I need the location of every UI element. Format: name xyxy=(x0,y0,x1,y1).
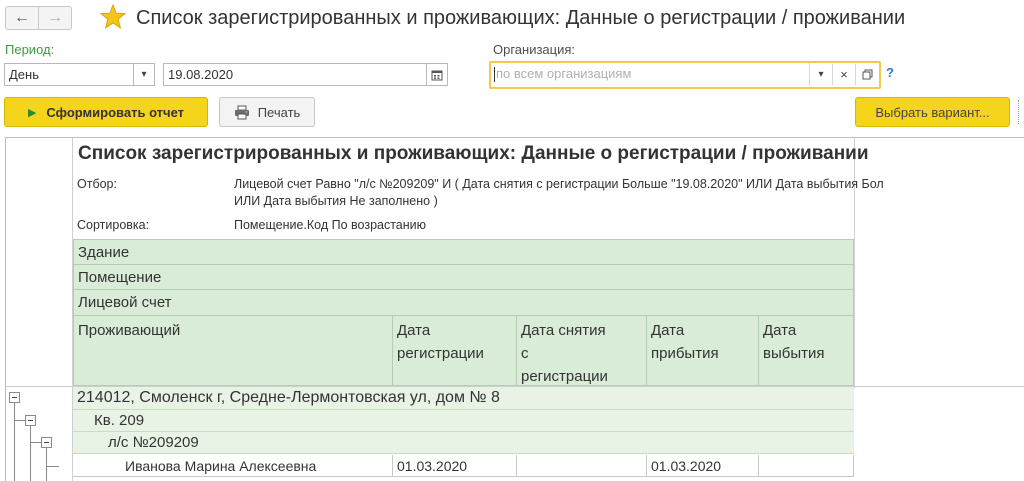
cell-registration-date[interactable]: 01.03.2020 xyxy=(392,455,517,477)
collapse-apartment-button[interactable] xyxy=(25,415,36,426)
calendar-button[interactable] xyxy=(426,63,448,86)
more-menu-handle[interactable] xyxy=(1018,100,1022,124)
column-arrival-date: Дата прибытия xyxy=(646,315,759,386)
tree-line xyxy=(30,426,31,481)
print-label: Печать xyxy=(257,104,301,120)
header-apartment: Помещение xyxy=(73,264,854,290)
choose-variant-button[interactable]: Выбрать вариант... xyxy=(855,97,1010,127)
column-label-line: Дата xyxy=(651,322,685,339)
print-button[interactable]: Печать xyxy=(219,97,315,127)
generate-report-label: Сформировать отчет xyxy=(46,104,185,120)
report-title: Список зарегистрированных и проживающих:… xyxy=(78,143,869,164)
group-row-building[interactable]: 214012, Смоленск г, Средне-Лермонтовская… xyxy=(73,387,854,410)
arrow-right-icon: → xyxy=(47,9,63,26)
generate-report-button[interactable]: ▶ Сформировать отчет xyxy=(4,97,208,127)
column-label-line: Дата xyxy=(763,322,797,339)
column-label-line: регистрации xyxy=(397,345,484,362)
column-departure-date: Дата выбытия xyxy=(758,315,854,386)
sort-value: Помещение.Код По возрастанию xyxy=(234,218,427,232)
date-field[interactable]: 19.08.2020 xyxy=(163,63,427,86)
calendar-icon xyxy=(431,70,443,80)
column-label-line: Дата xyxy=(397,322,431,339)
filter-label: Отбор: xyxy=(77,177,117,191)
clear-button[interactable]: × xyxy=(832,64,855,85)
report-spreadsheet[interactable]: Список зарегистрированных и проживающих:… xyxy=(5,137,1024,481)
cell-unregistration-date[interactable] xyxy=(516,455,647,477)
organization-input[interactable]: по всем организациям xyxy=(492,63,810,86)
window-title: Список зарегистрированных и проживающих:… xyxy=(136,7,906,29)
open-window-icon xyxy=(862,69,872,80)
filter-value-line2: ИЛИ Дата выбытия Не заполнено ) xyxy=(234,194,438,208)
grid-line xyxy=(854,138,855,388)
column-registration-date: Дата регистрации xyxy=(392,315,517,386)
column-label-line: Дата снятия xyxy=(521,322,606,339)
cell-arrival-date[interactable]: 01.03.2020 xyxy=(646,455,759,477)
organization-label: Организация: xyxy=(493,42,576,57)
chevron-down-icon: ▾ xyxy=(818,69,824,80)
collapse-account-button[interactable] xyxy=(41,437,52,448)
group-row-account[interactable]: л/с №209209 xyxy=(73,432,854,454)
help-link[interactable]: ? xyxy=(886,65,894,80)
close-icon: × xyxy=(840,67,848,82)
cell-departure-date[interactable] xyxy=(758,455,854,477)
column-resident: Проживающий xyxy=(73,315,393,386)
tree-line xyxy=(46,448,47,481)
back-button[interactable]: ← xyxy=(5,6,39,30)
header-account: Лицевой счет xyxy=(73,289,854,316)
arrow-left-icon: ← xyxy=(14,9,30,26)
header-building: Здание xyxy=(73,239,854,265)
period-dropdown-button[interactable]: ▾ xyxy=(133,63,155,86)
tree-line xyxy=(31,442,41,443)
organization-dropdown-button[interactable]: ▾ xyxy=(810,64,832,85)
sort-label: Сортировка: xyxy=(77,218,150,232)
forward-button[interactable]: → xyxy=(38,6,72,30)
column-label-line: с xyxy=(521,345,529,362)
cell-resident[interactable]: Иванова Марина Алексеевна xyxy=(73,455,393,477)
filter-value-line1: Лицевой счет Равно "л/с №209209" И ( Дат… xyxy=(234,177,884,191)
collapse-building-button[interactable] xyxy=(9,392,20,403)
column-unregistration-date: Дата снятия с регистрации xyxy=(516,315,647,386)
tree-line xyxy=(15,420,25,421)
play-icon: ▶ xyxy=(27,106,37,119)
chevron-down-icon: ▾ xyxy=(141,69,147,80)
column-label-line: регистрации xyxy=(521,368,608,385)
tree-line xyxy=(14,403,15,481)
period-type-select[interactable]: День xyxy=(4,63,134,86)
column-resident-label: Проживающий xyxy=(78,322,181,339)
period-label: Период: xyxy=(5,42,55,57)
group-row-apartment[interactable]: Кв. 209 xyxy=(73,410,854,432)
column-label-line: прибытия xyxy=(651,345,719,362)
text-cursor xyxy=(494,67,495,82)
column-label-line: выбытия xyxy=(763,345,825,362)
favorite-star-icon[interactable] xyxy=(100,4,126,30)
open-button[interactable] xyxy=(855,64,878,85)
printer-icon xyxy=(234,105,249,119)
tree-line xyxy=(47,466,59,467)
